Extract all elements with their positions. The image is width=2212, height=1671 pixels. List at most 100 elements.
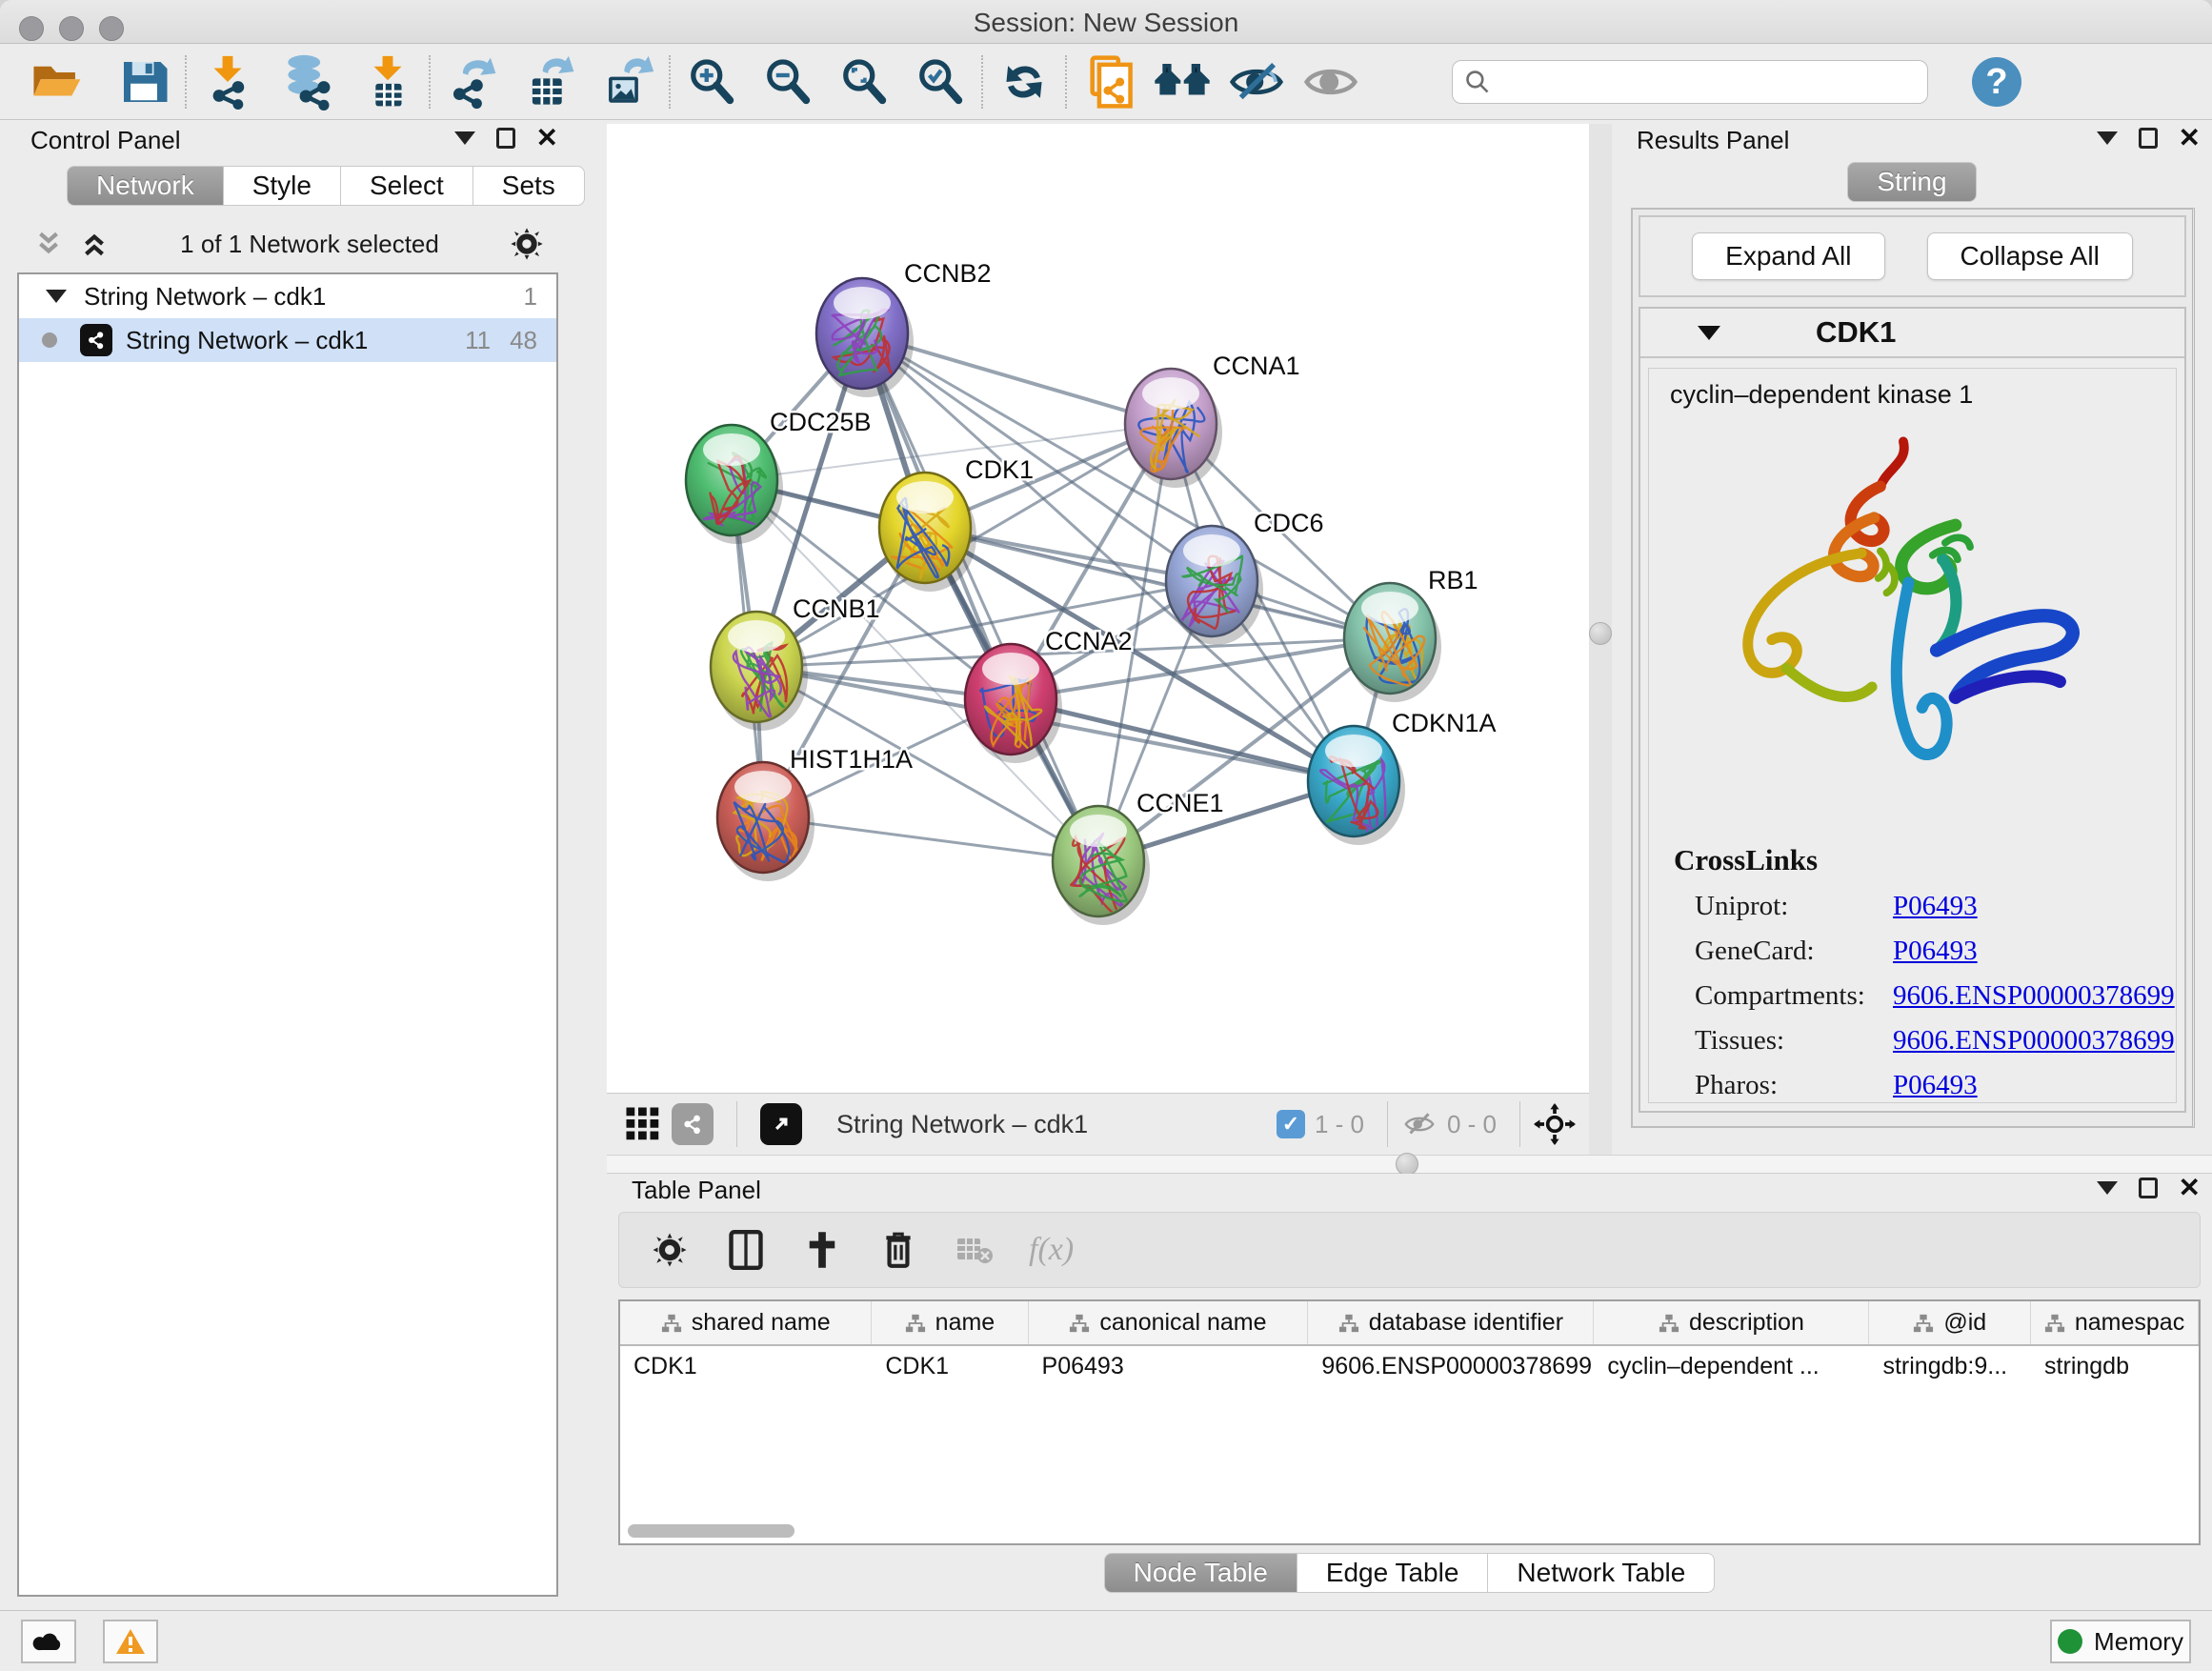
column-header-@id[interactable]: @id: [1869, 1301, 2031, 1345]
graph-node-CCNE1[interactable]: CCNE1: [1053, 789, 1224, 925]
pan-crosshair-icon[interactable]: [1534, 1103, 1576, 1145]
zoom-fit-icon[interactable]: [835, 52, 894, 111]
panel-float-icon[interactable]: [2139, 128, 2158, 149]
graph-node-CDKN1A[interactable]: CDKN1A: [1308, 709, 1497, 845]
tab-network-table[interactable]: Network Table: [1488, 1553, 1715, 1593]
graph-node-CDC25B[interactable]: CDC25B: [686, 408, 872, 544]
show-columns-icon[interactable]: [724, 1228, 768, 1272]
graph-node-CDK1[interactable]: CDK1: [879, 455, 1034, 592]
panel-close-icon[interactable]: ✕: [2179, 1178, 2201, 1198]
panel-close-icon[interactable]: ✕: [536, 128, 558, 149]
add-column-icon[interactable]: [800, 1228, 844, 1272]
search-input[interactable]: [1498, 68, 1916, 97]
refresh-layout-icon[interactable]: [995, 52, 1054, 111]
export-network-icon[interactable]: [442, 52, 501, 111]
crosslink-link[interactable]: P06493: [1893, 891, 1978, 922]
selected-counts: 1 - 0: [1315, 1110, 1364, 1139]
network-collection-label: String Network – cdk1: [84, 282, 524, 312]
column-header-canonical-name[interactable]: canonical name: [1028, 1301, 1308, 1345]
crosslink-link[interactable]: P06493: [1893, 936, 1978, 967]
tree-expand-icon[interactable]: [46, 290, 67, 303]
import-table-file-icon[interactable]: [358, 52, 417, 111]
node-label-CCNA2: CCNA2: [1045, 627, 1133, 655]
expand-all-button[interactable]: Expand All: [1692, 232, 1884, 280]
graph-edge-CCNA2-CDKN1A[interactable]: [1011, 699, 1354, 781]
collapse-caret-icon[interactable]: [1698, 326, 1720, 340]
import-network-file-icon[interactable]: [198, 52, 257, 111]
memory-button[interactable]: Memory: [2050, 1620, 2191, 1663]
expand-all-icon[interactable]: [78, 228, 111, 260]
tab-network[interactable]: Network: [67, 166, 224, 206]
tab-select[interactable]: Select: [341, 166, 473, 206]
column-header-description[interactable]: description: [1594, 1301, 1869, 1345]
network-collection-row[interactable]: String Network – cdk1 1: [19, 274, 556, 318]
warning-icon[interactable]: [103, 1620, 158, 1663]
birdseye-view-icon[interactable]: [760, 1103, 802, 1145]
column-header-shared-name[interactable]: shared name: [620, 1301, 872, 1345]
hide-selected-icon[interactable]: [1227, 52, 1286, 111]
crosslink-link[interactable]: P06493: [1893, 1070, 1978, 1101]
tab-style[interactable]: Style: [224, 166, 341, 206]
zoom-selected-icon[interactable]: [911, 52, 970, 111]
tab-string[interactable]: String: [1847, 162, 1976, 202]
network-row[interactable]: String Network – cdk1 11 48: [19, 318, 556, 362]
tab-edge-table[interactable]: Edge Table: [1297, 1553, 1489, 1593]
graph-node-CCNA1[interactable]: CCNA1: [1125, 352, 1300, 488]
vertical-splitter[interactable]: [1589, 124, 1612, 1155]
zoom-in-icon[interactable]: [682, 52, 741, 111]
panel-menu-icon[interactable]: [454, 131, 475, 145]
zoom-out-icon[interactable]: [758, 52, 817, 111]
panel-menu-icon[interactable]: [2097, 1181, 2118, 1195]
home-icon[interactable]: [1153, 52, 1212, 111]
panel-close-icon[interactable]: ✕: [2179, 128, 2201, 149]
tab-node-table[interactable]: Node Table: [1104, 1553, 1297, 1593]
delete-column-icon[interactable]: [876, 1228, 920, 1272]
control-panel: Control Panel ✕ NetworkStyleSelectSets 1…: [6, 124, 570, 1603]
node-label-RB1: RB1: [1428, 566, 1478, 594]
tab-sets[interactable]: Sets: [473, 166, 585, 206]
search-icon: [1464, 69, 1491, 95]
collapse-all-icon[interactable]: [32, 228, 65, 260]
protein-header[interactable]: CDK1: [1640, 309, 2184, 358]
memory-label: Memory: [2094, 1627, 2183, 1657]
help-icon[interactable]: ?: [1972, 57, 2021, 107]
save-session-icon[interactable]: [114, 52, 173, 111]
table-hscrollbar[interactable]: [620, 1524, 2199, 1540]
table-panel: Table Panel ✕ f(x): [607, 1174, 2212, 1610]
horizontal-splitter[interactable]: [607, 1155, 2212, 1174]
graph-node-CCNB2[interactable]: CCNB2: [816, 259, 992, 397]
column-header-database-identifier[interactable]: database identifier: [1308, 1301, 1594, 1345]
export-table-icon[interactable]: [520, 52, 579, 111]
export-image-icon[interactable]: [598, 52, 657, 111]
network-icon-badge[interactable]: [672, 1103, 714, 1145]
protein-description: cyclin–dependent kinase 1: [1649, 369, 2176, 410]
crosslinks-title: CrossLinks: [1674, 843, 2175, 877]
panel-menu-icon[interactable]: [2097, 131, 2118, 145]
collapse-all-button[interactable]: Collapse All: [1927, 232, 2133, 280]
crosslink-row: Uniprot:P06493: [1674, 891, 2175, 922]
column-header-name[interactable]: name: [872, 1301, 1028, 1345]
hidden-counts: 0 - 0: [1447, 1110, 1497, 1139]
table-gear-icon[interactable]: [648, 1228, 692, 1272]
duplicate-network-icon[interactable]: [1078, 52, 1137, 111]
show-all-icon[interactable]: [1301, 52, 1360, 111]
network-view: CCNB2CCNA1CDC25BCDK1CDC6RB1CCNB1CCNA2CDK…: [607, 124, 1589, 1155]
graph-node-CDC6[interactable]: CDC6: [1166, 509, 1324, 645]
panel-float-icon[interactable]: [496, 128, 515, 149]
network-canvas[interactable]: CCNB2CCNA1CDC25BCDK1CDC6RB1CCNB1CCNA2CDK…: [607, 124, 1589, 1093]
open-session-icon[interactable]: [27, 52, 86, 111]
graph-edge-CCNB2-CCNE1[interactable]: [862, 333, 1098, 861]
panel-float-icon[interactable]: [2139, 1178, 2158, 1198]
crosslink-row: Compartments:9606.ENSP00000378699: [1674, 980, 2175, 1012]
selected-checkbox-icon[interactable]: ✓: [1277, 1110, 1305, 1138]
gear-icon[interactable]: [509, 226, 545, 262]
graph-node-HIST1H1A[interactable]: HIST1H1A: [717, 745, 913, 881]
table-row[interactable]: CDK1CDK1P064939606.ENSP00000378699cyclin…: [620, 1345, 2199, 1387]
crosslink-link[interactable]: 9606.ENSP00000378699: [1893, 980, 2175, 1012]
import-network-database-icon[interactable]: [278, 52, 337, 111]
column-header-namespac[interactable]: namespac: [2031, 1301, 2199, 1345]
grid-view-icon[interactable]: [624, 1105, 662, 1143]
cloud-icon[interactable]: [21, 1620, 76, 1663]
crosslink-link[interactable]: 9606.ENSP00000378699: [1893, 1025, 2175, 1057]
graph-node-RB1[interactable]: RB1: [1344, 566, 1478, 702]
